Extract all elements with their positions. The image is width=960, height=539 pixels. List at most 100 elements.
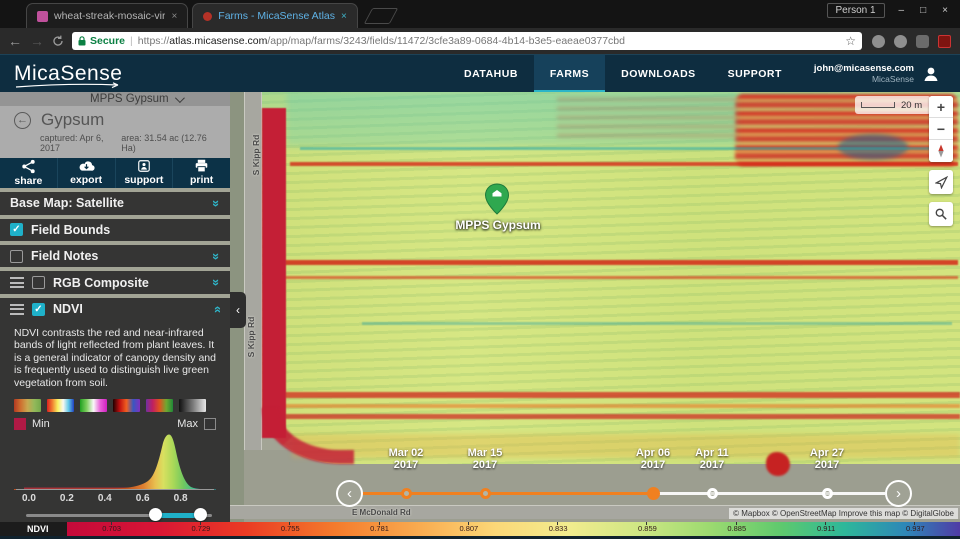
forward-icon[interactable]: → (30, 34, 44, 48)
ramp-red-blue[interactable] (113, 399, 140, 412)
colorbar-value: 0.703 (92, 524, 132, 533)
user-menu[interactable]: john@micasense.com MicaSense (798, 55, 946, 93)
field-marker-pin[interactable] (484, 183, 512, 215)
layer-field-bounds[interactable]: ✓ Field Bounds (0, 219, 230, 241)
reload-icon[interactable] (52, 35, 64, 47)
field-notes-checkbox[interactable] (10, 250, 23, 263)
layer-base-map[interactable]: Base Map: Satellite » (0, 192, 230, 215)
ndvi-streak (290, 162, 958, 166)
drag-handle-icon[interactable] (10, 304, 24, 315)
tab2-title: Farms - MicaSense Atlas (218, 10, 335, 22)
road-label-s-kipp-1: S Kipp Rd (251, 130, 261, 180)
colorbar-label: NDVI (0, 522, 67, 536)
timeline-dot-apr06[interactable] (647, 487, 660, 500)
nav-datahub[interactable]: DATAHUB (448, 55, 534, 93)
ndvi-panel: NDVI contrasts the red and near-infrared… (0, 321, 230, 523)
timeline-date: Mar 152017 (455, 447, 515, 471)
map-scale: 20 m (855, 96, 931, 114)
zoom-in-button[interactable]: + (929, 96, 953, 118)
bookmark-star-icon[interactable]: ☆ (845, 34, 856, 48)
locate-button[interactable] (929, 170, 953, 194)
chevron-down-icon (175, 93, 185, 103)
zoom-out-button[interactable]: − (929, 118, 953, 140)
extension-icon-2[interactable] (894, 35, 907, 48)
min-color-swatch[interactable] (14, 418, 26, 430)
timeline-dot-apr27[interactable] (822, 488, 833, 499)
support-agent-icon (137, 159, 151, 173)
farm-selector[interactable]: MPPS Gypsum (0, 92, 230, 106)
colorbar-value: 0.911 (806, 524, 846, 533)
micasense-logo[interactable]: MicaSense (14, 62, 122, 86)
timeline-date: Apr 272017 (797, 447, 857, 471)
layer-ndvi[interactable]: ✓ NDVI » (0, 298, 230, 320)
extension-icon-pdf[interactable] (938, 35, 951, 48)
slider-handle-max[interactable] (194, 508, 207, 521)
extension-icon-1[interactable] (872, 35, 885, 48)
tab1-close-icon[interactable]: × (171, 11, 177, 22)
support-button[interactable]: support (116, 158, 174, 187)
map-canvas[interactable]: S Kipp Rd S Kipp Rd E McDonald Rd (0, 92, 960, 539)
browser-tab-2[interactable]: Farms - MicaSense Atlas × (192, 3, 358, 28)
ndvi-range-slider[interactable] (14, 508, 216, 522)
timeline-dot-mar02[interactable] (401, 488, 412, 499)
ramp-purple-green[interactable] (146, 399, 173, 412)
histogram-axis: 0.00.20.40.60.8 (14, 492, 216, 508)
timeline-dot-apr11[interactable] (707, 488, 718, 499)
minimize-button[interactable]: – (899, 5, 905, 16)
extension-icon-3[interactable] (916, 35, 929, 48)
address-bar[interactable]: Secure | https://atlas.micasense.com/app… (72, 32, 862, 50)
ndvi-streak (285, 260, 958, 265)
maximize-button[interactable]: □ (920, 5, 926, 16)
close-button[interactable]: × (942, 5, 948, 16)
collapse-icon[interactable]: » (209, 306, 224, 313)
share-button[interactable]: share (0, 158, 58, 187)
tab2-close-icon[interactable]: × (341, 11, 347, 22)
expand-icon[interactable]: » (209, 279, 224, 286)
browser-titlebar: wheat-streak-mosaic-vir × Farms - MicaSe… (0, 0, 960, 28)
ramp-red-green[interactable] (14, 399, 41, 412)
max-color-swatch[interactable] (204, 418, 216, 430)
expand-icon[interactable]: » (209, 252, 224, 259)
nav-farms[interactable]: FARMS (534, 55, 605, 93)
new-tab-button[interactable] (364, 8, 399, 24)
map-attribution[interactable]: © Mapbox © OpenStreetMap Improve this ma… (729, 508, 958, 519)
layer-field-notes[interactable]: Field Notes » (0, 245, 230, 267)
drag-handle-icon[interactable] (10, 277, 24, 288)
timeline-prev-button[interactable]: ‹ (336, 480, 363, 507)
expand-icon[interactable]: » (209, 200, 224, 207)
ramp-grayscale[interactable] (179, 399, 206, 412)
colorbar-value: 0.781 (360, 524, 400, 533)
search-map-button[interactable] (929, 202, 953, 226)
cloud-download-icon (77, 159, 96, 173)
ndvi-field-overlay[interactable] (262, 92, 960, 464)
nav-support[interactable]: SUPPORT (712, 55, 798, 93)
timeline-date: Apr 112017 (682, 447, 742, 471)
timeline-next-button[interactable]: › (885, 480, 912, 507)
profile-button[interactable]: Person 1 (827, 3, 885, 18)
ndvi-checkbox[interactable]: ✓ (32, 303, 45, 316)
ndvi-colorbar: NDVI 0.703 0.729 0.755 0.781 0.807 0.833… (0, 522, 960, 536)
ndvi-streak (285, 276, 958, 279)
ndvi-histogram: 0.00.20.40.60.8 (12, 432, 218, 508)
timeline-dot-mar15[interactable] (480, 488, 491, 499)
field-area: area: 31.54 ac (12.76 Ha) (121, 133, 218, 153)
rgb-checkbox[interactable] (32, 276, 45, 289)
max-label: Max (177, 418, 198, 430)
export-button[interactable]: export (58, 158, 116, 187)
compass-button[interactable] (929, 140, 953, 162)
browser-tab-1[interactable]: wheat-streak-mosaic-vir × (26, 3, 188, 28)
scale-bracket (861, 102, 895, 108)
field-bounds-checkbox[interactable]: ✓ (10, 223, 23, 236)
layer-rgb-composite[interactable]: RGB Composite » (0, 271, 230, 294)
back-to-farm-icon[interactable]: ← (14, 112, 31, 129)
secure-badge[interactable]: Secure (78, 35, 125, 47)
back-icon[interactable]: ← (8, 34, 22, 48)
print-button[interactable]: print (173, 158, 230, 187)
sidebar-collapse-button[interactable]: ‹ (230, 292, 246, 328)
compass-icon (935, 144, 947, 158)
nav-downloads[interactable]: DOWNLOADS (605, 55, 712, 93)
slider-handle-min[interactable] (149, 508, 162, 521)
url-text: https://atlas.micasense.com/app/map/farm… (138, 35, 840, 47)
ramp-green-magenta[interactable] (80, 399, 107, 412)
ramp-spectral[interactable] (47, 399, 74, 412)
